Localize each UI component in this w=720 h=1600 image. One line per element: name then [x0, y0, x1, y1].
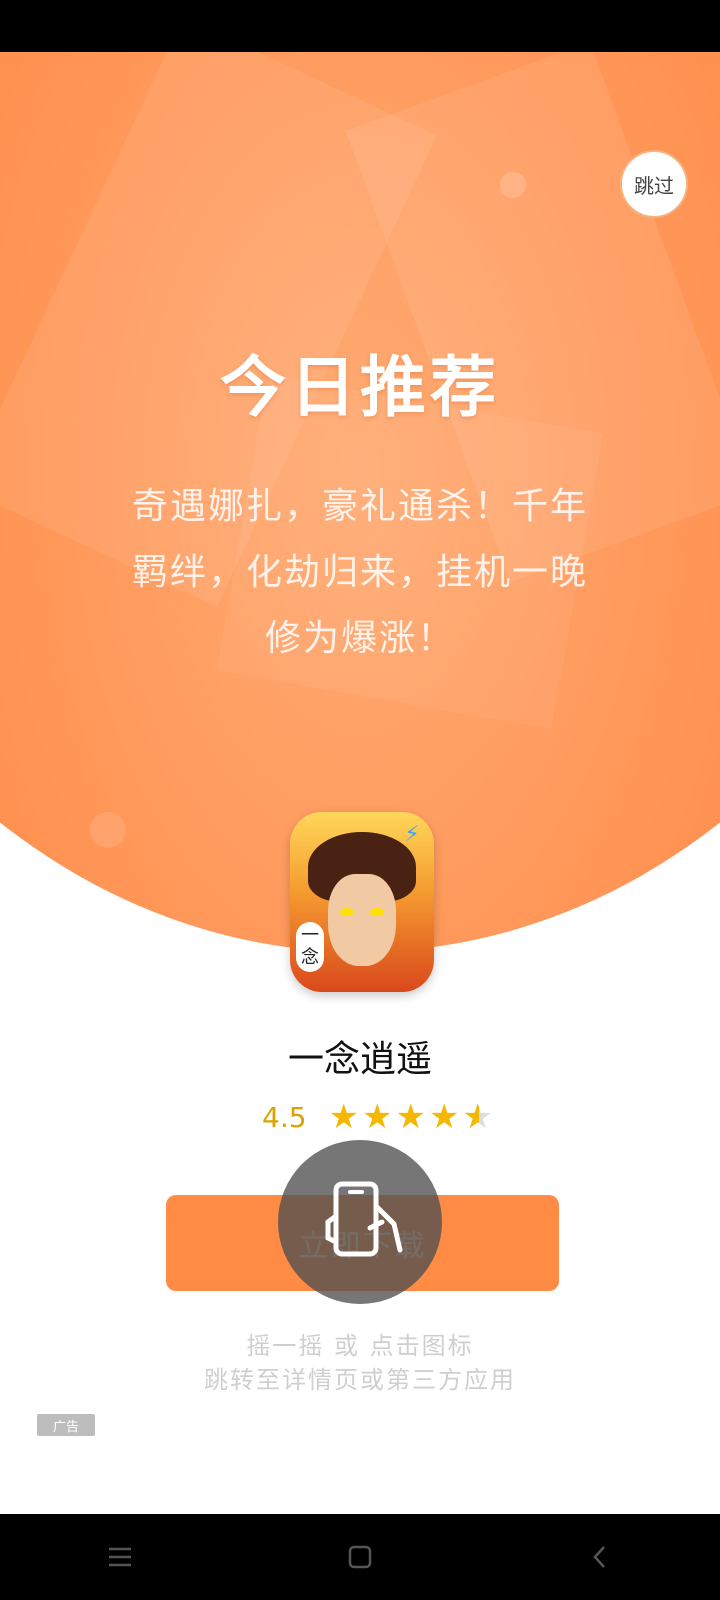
shake-phone-overlay[interactable] [278, 1140, 442, 1304]
ad-badge-label: 广告 [52, 1419, 79, 1435]
system-nav-bar [0, 1514, 720, 1600]
shake-hint: 摇一摇 或 点击图标 [246, 1332, 474, 1360]
rating-row: 4.5 ★ ★ ★ ★ ★ ★ [262, 1097, 496, 1137]
icon-character-eye [370, 908, 384, 916]
lightning-icon: ⚡ [404, 822, 420, 847]
menu-icon[interactable] [90, 1527, 150, 1587]
half-star-icon: ★ ★ [462, 1097, 493, 1137]
icon-tag: 一念 [296, 922, 324, 972]
promo-headline: 今日推荐 [220, 334, 500, 434]
headline-container: 今日推荐 [0, 334, 720, 434]
promo-description: 奇遇娜扎，豪礼通杀！千年 羁绊，化劫归来，挂机一晚 修为爆涨！ [130, 474, 590, 672]
promo-line: 羁绊，化劫归来，挂机一晚 [131, 552, 588, 593]
promo-line: 修为爆涨！ [264, 618, 455, 659]
redirect-hint: 跳转至详情页或第三方应用 [204, 1366, 516, 1394]
status-bar [0, 0, 720, 52]
icon-character-eye [340, 908, 354, 916]
app-name: 一念逍遥 [287, 1039, 432, 1080]
promo-headline-text: 今日推荐 [220, 349, 500, 426]
skip-button[interactable]: 跳过 [620, 150, 688, 218]
shake-phone-icon [325, 1181, 403, 1257]
back-icon[interactable] [570, 1527, 630, 1587]
hero-bubble [500, 172, 526, 198]
star-icon: ★ [328, 1097, 360, 1137]
ad-badge: 广告 [37, 1414, 95, 1436]
home-icon[interactable] [330, 1527, 390, 1587]
hero-bubble [90, 812, 126, 848]
star-icon: ★ [362, 1097, 393, 1137]
splash-ad-screen: 跳过 今日推荐 奇遇娜扎，豪礼通杀！千年 羁绊，化劫归来，挂机一晚 修为爆涨！ … [0, 52, 720, 1514]
star-icon: ★ [395, 1097, 426, 1137]
app-icon[interactable]: ⚡ 一念 [290, 812, 434, 992]
rating-value: 4.5 [262, 1100, 307, 1134]
star-icon: ★ [428, 1097, 460, 1137]
promo-line: 奇遇娜扎，豪礼通杀！千年 [131, 486, 588, 527]
icon-character-face [328, 874, 396, 966]
